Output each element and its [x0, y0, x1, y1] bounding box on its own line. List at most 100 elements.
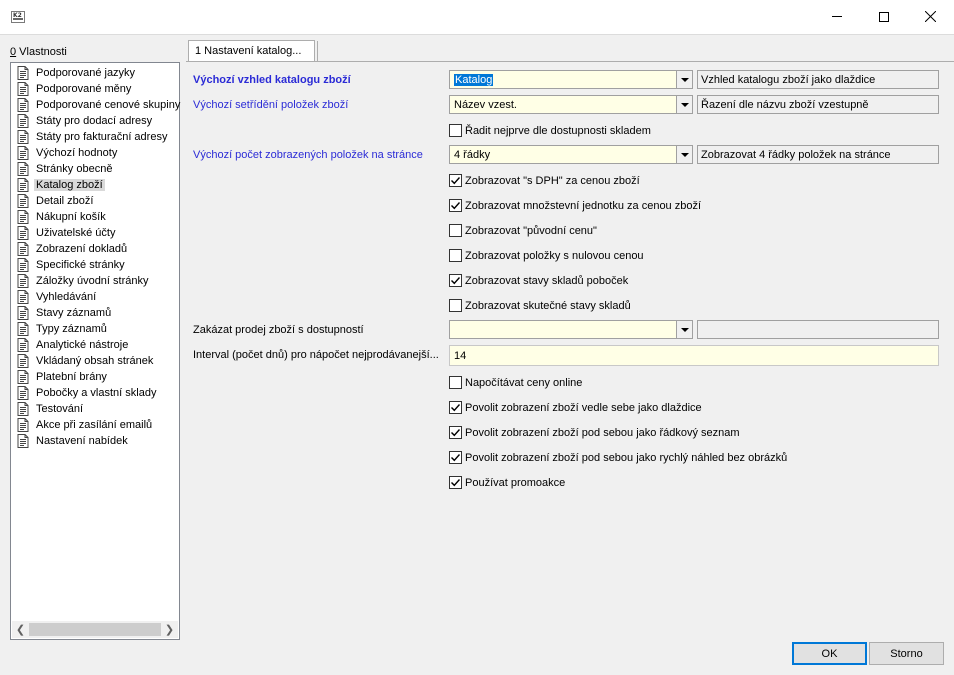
horizontal-scrollbar[interactable]: ❮ ❯ — [12, 621, 178, 638]
tree-item[interactable]: Specifické stránky — [17, 257, 127, 273]
tree-item[interactable]: Státy pro dodací adresy — [17, 113, 154, 129]
checkmark-icon — [451, 202, 460, 210]
checkbox-box[interactable] — [449, 476, 462, 489]
vzhled-value: Katalog — [454, 74, 494, 86]
s-dph-checkbox[interactable]: Zobrazovat "s DPH" za cenou zboží — [449, 173, 640, 188]
minimize-button[interactable] — [814, 0, 860, 33]
tree-item-label: Vyhledávání — [36, 291, 97, 303]
tree-item[interactable]: Vkládaný obsah stránek — [17, 353, 155, 369]
maximize-button[interactable] — [861, 0, 907, 33]
puvodni-checkbox[interactable]: Zobrazovat "původní cenu" — [449, 223, 597, 238]
tab-nastaveni-katalogu[interactable]: 1 Nastavení katalog... — [188, 40, 315, 62]
zakazat-combo[interactable] — [449, 320, 693, 339]
tree-item[interactable]: Katalog zboží — [17, 177, 105, 193]
document-icon — [17, 402, 29, 416]
ok-button[interactable]: OK — [792, 642, 867, 665]
minimize-icon — [832, 16, 842, 17]
skutecne-checkbox[interactable]: Zobrazovat skutečné stavy skladů — [449, 298, 631, 313]
tree-item[interactable]: Vyhledávání — [17, 289, 98, 305]
scrollbar-thumb[interactable] — [29, 623, 161, 636]
tree-item[interactable]: Pobočky a vlastní sklady — [17, 385, 158, 401]
chevron-down-icon — [680, 77, 689, 82]
checkmark-icon — [451, 479, 460, 487]
radit-label: Řadit nejprve dle dostupnosti skladem — [465, 124, 651, 137]
tree-item-label: Nastavení nabídek — [36, 435, 128, 447]
tree-item[interactable]: Podporované cenové skupiny — [17, 97, 182, 113]
tree-item-label: Testování — [36, 403, 84, 415]
skutecne-label: Zobrazovat skutečné stavy skladů — [465, 299, 631, 312]
radkovy-label: Povolit zobrazení zboží pod sebou jako ř… — [465, 426, 740, 439]
document-icon — [17, 114, 29, 128]
checkbox-box[interactable] — [449, 426, 462, 439]
checkbox-box[interactable] — [449, 376, 462, 389]
online-checkbox[interactable]: Napočítávat ceny online — [449, 375, 582, 390]
radit-checkbox[interactable]: Řadit nejprve dle dostupnosti skladem — [449, 123, 651, 138]
radkovy-checkbox[interactable]: Povolit zobrazení zboží pod sebou jako ř… — [449, 425, 740, 440]
scroll-right-icon[interactable]: ❯ — [161, 621, 178, 638]
checkbox-box[interactable] — [449, 451, 462, 464]
properties-list[interactable]: ❮ ❯ Podporované jazyky Podporované měny Po… — [10, 62, 180, 640]
tree-item-label: Stavy záznamů — [36, 307, 112, 319]
document-icon — [17, 194, 29, 208]
checkbox-box[interactable] — [449, 224, 462, 237]
left-panel-title-text: Vlastnosti — [16, 46, 67, 58]
tree-item[interactable]: Záložky úvodní stránky — [17, 273, 151, 289]
promo-label: Používat promoakce — [465, 476, 566, 489]
vzhled-dropdown-button[interactable] — [676, 71, 692, 88]
tree-item[interactable]: Typy záznamů — [17, 321, 109, 337]
tree-item[interactable]: Nastavení nabídek — [17, 433, 130, 449]
tree-item[interactable]: Podporované jazyky — [17, 65, 137, 81]
tree-item[interactable]: Uživatelské účty — [17, 225, 117, 241]
pocet-dropdown-button[interactable] — [676, 146, 692, 163]
interval-input[interactable]: 14 — [449, 345, 939, 366]
tree-item-label: Vkládaný obsah stránek — [36, 355, 154, 367]
vzhled-combo[interactable]: Katalog — [449, 70, 693, 89]
chevron-down-icon — [680, 327, 689, 332]
tree-item-label: Podporované jazyky — [36, 67, 136, 79]
scroll-left-icon[interactable]: ❮ — [12, 621, 29, 638]
tree-item[interactable]: Státy pro fakturační adresy — [17, 129, 169, 145]
tree-item-label: Pobočky a vlastní sklady — [36, 387, 157, 399]
document-icon — [17, 338, 29, 352]
tree-item[interactable]: Stránky obecně — [17, 161, 114, 177]
trideni-combo[interactable]: Název vzest. — [449, 95, 693, 114]
rychly-checkbox[interactable]: Povolit zobrazení zboží pod sebou jako r… — [449, 450, 787, 465]
checkbox-box[interactable] — [449, 401, 462, 414]
close-button[interactable] — [907, 0, 953, 33]
tree-item[interactable]: Výchozí hodnoty — [17, 145, 119, 161]
tree-item[interactable]: Analytické nástroje — [17, 337, 130, 353]
tree-item[interactable]: Testování — [17, 401, 85, 417]
online-label: Napočítávat ceny online — [465, 376, 583, 389]
document-icon — [17, 242, 29, 256]
checkbox-box[interactable] — [449, 199, 462, 212]
tree-item[interactable]: Platební brány — [17, 369, 109, 385]
checkbox-box[interactable] — [449, 124, 462, 137]
maximize-icon — [879, 11, 889, 22]
dlazdice-checkbox[interactable]: Povolit zobrazení zboží vedle sebe jako … — [449, 400, 702, 415]
document-icon — [17, 178, 29, 192]
promo-checkbox[interactable]: Používat promoakce — [449, 475, 565, 490]
tree-item-label: Katalog zboží — [34, 179, 105, 191]
tree-item[interactable]: Zobrazení dokladů — [17, 241, 129, 257]
zakazat-dropdown-button[interactable] — [676, 321, 692, 338]
tree-item[interactable]: Podporované měny — [17, 81, 133, 97]
pocet-combo[interactable]: 4 řádky — [449, 145, 693, 164]
tree-item[interactable]: Akce při zasílání emailů — [17, 417, 154, 433]
trideni-value: Název vzest. — [454, 99, 517, 111]
nulova-checkbox[interactable]: Zobrazovat položky s nulovou cenou — [449, 248, 644, 263]
checkbox-box[interactable] — [449, 249, 462, 262]
checkbox-box[interactable] — [449, 274, 462, 287]
checkbox-box[interactable] — [449, 299, 462, 312]
mj-checkbox[interactable]: Zobrazovat množstevní jednotku za cenou … — [449, 198, 701, 213]
pocet-description: Zobrazovat 4 řádky položek na stránce — [697, 145, 939, 164]
trideni-label: Výchozí setřídění položek zboží — [193, 99, 349, 111]
document-icon — [17, 434, 29, 448]
trideni-dropdown-button[interactable] — [676, 96, 692, 113]
tree-item[interactable]: Stavy záznamů — [17, 305, 113, 321]
checkbox-box[interactable] — [449, 174, 462, 187]
storno-button[interactable]: Storno — [869, 642, 944, 665]
stavy-pobocek-checkbox[interactable]: Zobrazovat stavy skladů poboček — [449, 273, 628, 288]
document-icon — [17, 66, 29, 80]
tree-item[interactable]: Detail zboží — [17, 193, 95, 209]
tree-item[interactable]: Nákupní košík — [17, 209, 108, 225]
